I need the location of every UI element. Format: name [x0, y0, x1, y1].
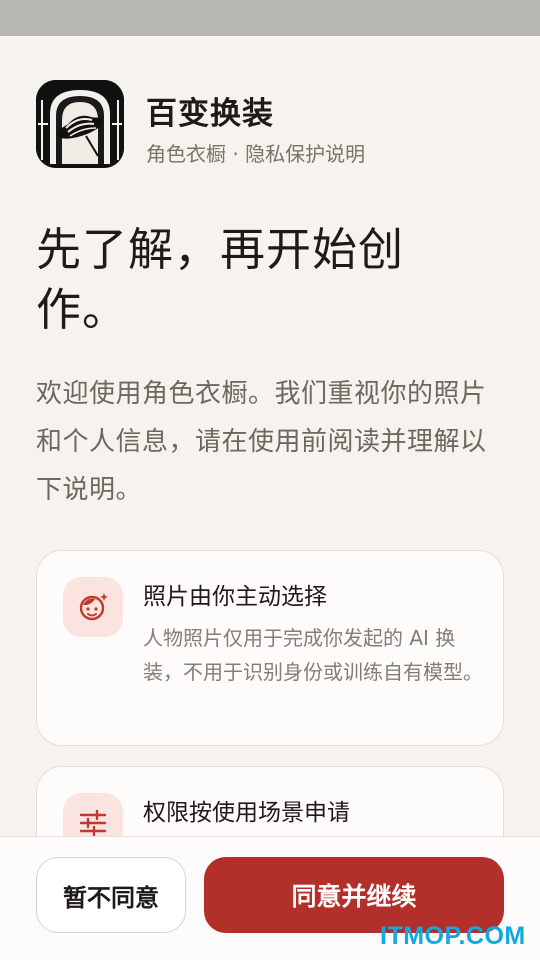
consent-scroll-area[interactable]: 百变换装 角色衣橱 · 隐私保护说明 先了解，再开始创作。 欢迎使用角色衣橱。我… — [0, 36, 540, 836]
app-header: 百变换装 角色衣橱 · 隐私保护说明 — [36, 80, 506, 170]
card-title: 权限按使用场景申请 — [143, 800, 350, 826]
intro-text: 欢迎使用角色衣橱。我们重视你的照片和个人信息，请在使用前阅读并理解以下说明。 — [36, 379, 487, 505]
page-headline: 先了解，再开始创作。 — [36, 223, 405, 336]
info-card-permissions: 权限按使用场景申请 — [36, 766, 504, 836]
watermark: ITMOP.COM — [380, 922, 526, 950]
app-name: 百变换装 — [146, 96, 274, 132]
face-icon — [63, 577, 123, 637]
card-title: 照片由你主动选择 — [143, 584, 327, 610]
app-subtitle: 角色衣橱 · 隐私保护说明 — [146, 142, 366, 166]
decline-button[interactable]: 暂不同意 — [36, 857, 186, 933]
info-card-photos: 照片由你主动选择 人物照片仅用于完成你发起的 AI 换装，不用于识别身份或训练自… — [36, 550, 504, 746]
card-body: 人物照片仅用于完成你发起的 AI 换装，不用于识别身份或训练自有模型。 — [143, 626, 483, 684]
sliders-icon — [63, 793, 123, 836]
status-bar — [0, 0, 540, 36]
app-logo-icon — [36, 80, 124, 168]
